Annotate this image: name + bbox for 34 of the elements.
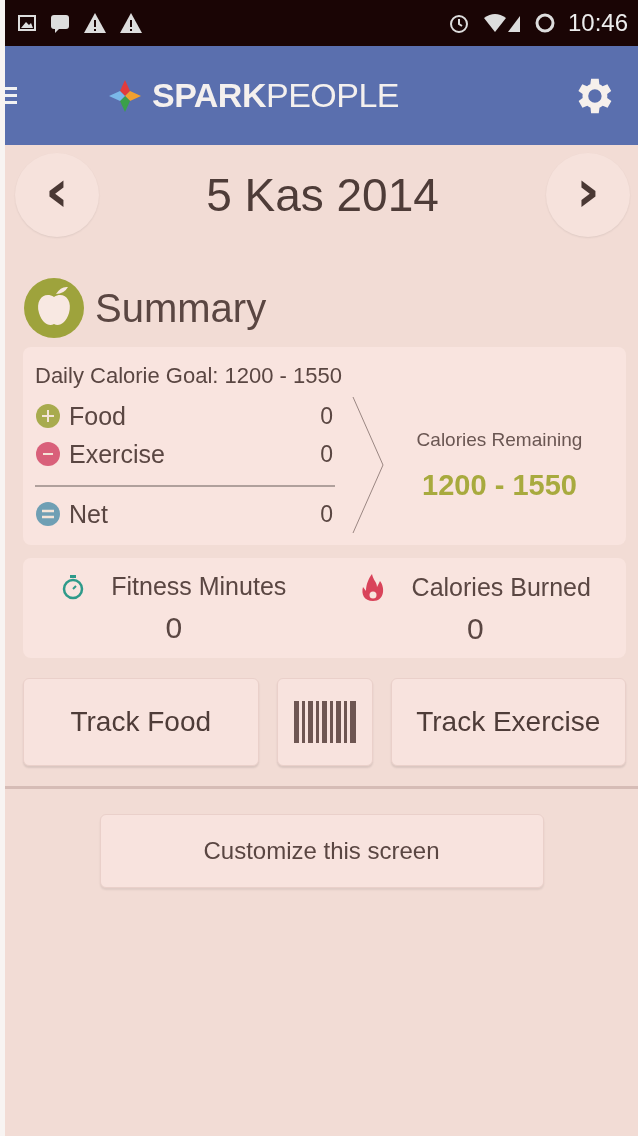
- line-label: Food: [69, 401, 127, 431]
- line-label: Exercise: [69, 439, 166, 469]
- logo-text: SPARKPEOPLE: [151, 76, 400, 115]
- status-time: 10:46: [567, 9, 628, 37]
- image-icon: [17, 13, 37, 33]
- calories-remaining-label: Calories Remaining: [416, 428, 583, 451]
- stat-label: Fitness Minutes: [111, 572, 287, 601]
- track-exercise-button[interactable]: Track Exercise: [390, 678, 626, 766]
- date-label: 5 Kas 2014: [206, 168, 439, 222]
- line-value: 0: [320, 440, 333, 468]
- logo-icon: [107, 78, 142, 113]
- barcode-icon: [293, 701, 356, 743]
- stat-value: 0: [165, 611, 183, 645]
- loading-icon: [533, 12, 556, 34]
- line-value: 0: [320, 402, 333, 430]
- stat-value: 0: [466, 612, 484, 646]
- stat-label: Calories Burned: [411, 572, 591, 602]
- summary-title: Summary: [95, 285, 267, 331]
- barcode-scan-button[interactable]: [276, 678, 373, 766]
- customize-screen-button[interactable]: Customize this screen: [99, 814, 544, 888]
- notification-icon: [49, 13, 71, 33]
- previous-day-button[interactable]: ‹: [15, 153, 99, 237]
- next-day-button[interactable]: ›: [546, 153, 630, 237]
- line-label: Net: [69, 499, 109, 529]
- track-food-button[interactable]: Track Food: [23, 678, 259, 766]
- warning-icon: [119, 12, 143, 34]
- line-value: 0: [320, 500, 333, 528]
- calories-remaining-value: 1200 - 1550: [422, 468, 577, 502]
- apple-icon: [23, 277, 85, 339]
- alarm-icon: [447, 12, 470, 34]
- wifi-signal-icon: [481, 12, 522, 34]
- calorie-goal: Daily Calorie Goal: 1200 - 1550: [35, 363, 343, 389]
- stopwatch-icon: [61, 573, 86, 600]
- warning-icon: [83, 12, 107, 34]
